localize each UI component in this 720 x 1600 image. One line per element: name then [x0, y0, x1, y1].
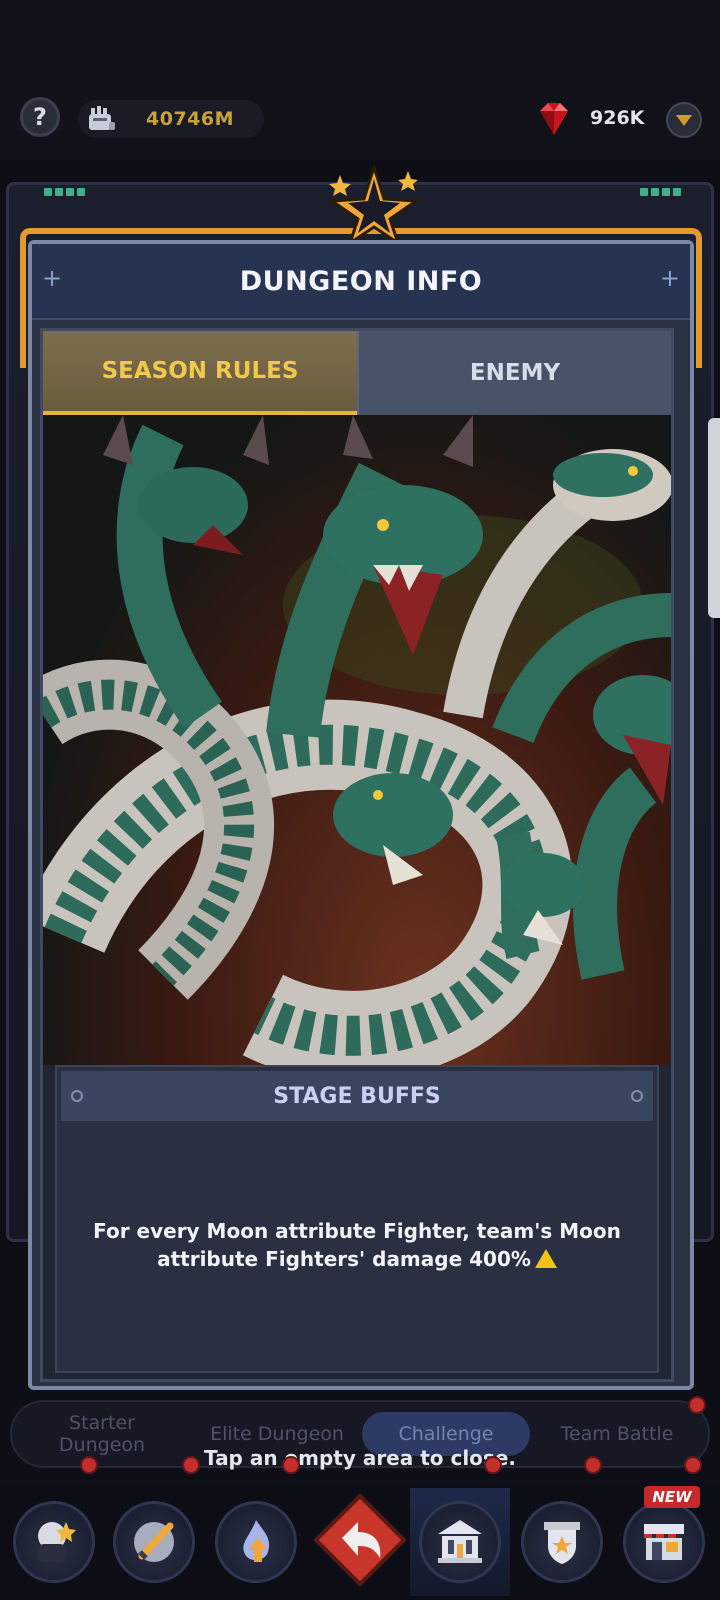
help-button[interactable]: ? — [20, 97, 60, 137]
nav-equipment-button[interactable] — [104, 1488, 204, 1596]
tab-season-rules[interactable]: SEASON RULES — [43, 331, 357, 415]
nav-guild-button[interactable] — [512, 1488, 612, 1596]
dialog-body: SEASON RULES ENEMY STAGE BUFFS For every… — [40, 328, 674, 1382]
notification-dot — [282, 1456, 300, 1474]
chevron-down-icon — [676, 114, 692, 126]
notification-dot — [584, 1456, 602, 1474]
stage-buffs-panel: STAGE BUFFS For every Moon attribute Fig… — [55, 1065, 659, 1373]
power-value: 40746M — [146, 108, 235, 130]
star-emblem-icon — [310, 161, 438, 247]
dialog-header: + DUNGEON INFO + — [32, 244, 690, 320]
stage-buffs-title: STAGE BUFFS — [273, 1083, 441, 1109]
stage-buff-description: For every Moon attribute Fighter, team's… — [67, 1217, 647, 1273]
flame-upgrade-icon — [215, 1501, 297, 1583]
bolt-decoration-icon — [631, 1090, 643, 1102]
currency-dropdown-button[interactable] — [666, 102, 702, 138]
notification-dot — [80, 1456, 98, 1474]
nav-dungeon-button[interactable] — [410, 1488, 510, 1596]
side-handle[interactable] — [708, 418, 720, 618]
bolt-decoration-icon — [71, 1090, 83, 1102]
gems-value: 926K — [590, 107, 645, 129]
question-icon: ? — [33, 103, 47, 131]
temple-icon — [419, 1501, 501, 1583]
notification-dot — [484, 1456, 502, 1474]
frame-decoration — [44, 188, 88, 196]
plus-decoration-icon: + — [659, 264, 680, 292]
ruby-gem-icon — [532, 97, 576, 141]
dungeon-info-dialog: + DUNGEON INFO + SEASON RULES ENEMY STAG… — [28, 240, 694, 1390]
nav-upgrade-button[interactable] — [206, 1488, 306, 1596]
tab-enemy[interactable]: ENEMY — [357, 331, 671, 415]
power-counter: 40746M — [78, 100, 264, 138]
tab-bar: SEASON RULES ENEMY — [43, 331, 671, 415]
plus-decoration-icon: + — [42, 264, 63, 292]
stage-buffs-header: STAGE BUFFS — [61, 1071, 653, 1121]
shield-star-icon — [521, 1501, 603, 1583]
close-hint: Tap an empty area to close. — [204, 1446, 516, 1470]
frame-decoration — [640, 188, 684, 196]
hydra-boss-artwork — [43, 415, 671, 1065]
fighter-portrait-icon — [13, 1501, 95, 1583]
new-badge: NEW — [644, 1486, 700, 1508]
notification-dot — [688, 1396, 706, 1414]
shop-icon — [623, 1501, 705, 1583]
crown-fist-icon — [82, 100, 122, 138]
notification-dot — [182, 1456, 200, 1474]
dialog-title: DUNGEON INFO — [239, 265, 483, 297]
increase-arrow-icon — [534, 1249, 557, 1268]
notification-dot — [684, 1456, 702, 1474]
nav-fighters-button[interactable] — [4, 1488, 104, 1596]
back-button[interactable] — [312, 1492, 408, 1588]
sword-icon — [113, 1501, 195, 1583]
hydra-illustration — [43, 415, 671, 1065]
